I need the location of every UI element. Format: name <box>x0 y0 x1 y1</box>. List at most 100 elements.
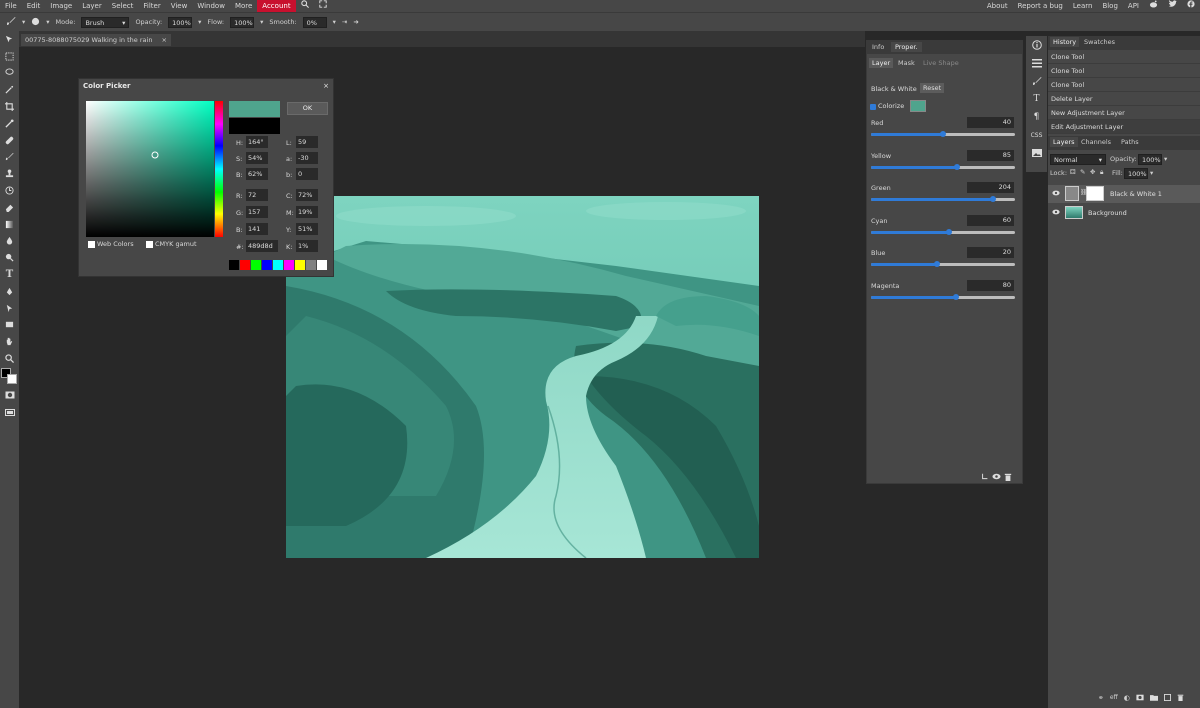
saturation-brightness-field[interactable] <box>86 101 214 237</box>
character-icon[interactable]: T <box>1026 90 1047 108</box>
menu-filter[interactable]: Filter <box>138 0 165 12</box>
slider-knob[interactable] <box>954 163 961 170</box>
history-item[interactable]: New Adjustment Layer <box>1048 106 1200 120</box>
dodge-tool-icon[interactable] <box>0 249 19 266</box>
yellow-input[interactable]: 51% <box>296 223 318 235</box>
chevron-down-icon[interactable]: ▾ <box>1150 169 1153 177</box>
path-select-icon[interactable] <box>0 300 19 317</box>
crop-tool-icon[interactable] <box>0 98 19 115</box>
flow-input[interactable]: 100% <box>230 16 255 28</box>
gradient-tool-icon[interactable] <box>0 216 19 233</box>
chevron-down-icon[interactable]: ▾ <box>198 18 201 26</box>
swatch-red[interactable] <box>240 260 250 270</box>
brush-tool-icon[interactable] <box>0 149 19 166</box>
pressure-icon[interactable]: ➜ <box>353 18 358 26</box>
swatch-magenta[interactable] <box>284 260 294 270</box>
delete-layer-icon[interactable] <box>1177 694 1184 703</box>
layer-row[interactable]: ⛓ Black & White 1 <box>1048 185 1200 203</box>
history-brush-icon[interactable] <box>0 182 19 199</box>
layer-opacity-input[interactable]: 100% <box>1138 154 1162 165</box>
blue-input[interactable]: 141 <box>246 223 268 235</box>
layer-thumbnail[interactable] <box>1065 206 1083 219</box>
fullscreen-icon[interactable] <box>314 0 332 12</box>
menu-blog[interactable]: Blog <box>1097 0 1122 12</box>
menu-more[interactable]: More <box>230 0 257 12</box>
swatch-yellow[interactable] <box>295 260 305 270</box>
quick-mask-icon[interactable] <box>0 387 19 404</box>
new-layer-icon[interactable] <box>1163 694 1171 703</box>
tab-properties[interactable]: Proper. <box>891 42 922 52</box>
tab-layers[interactable]: Layers <box>1050 137 1078 147</box>
slider-knob[interactable] <box>945 228 952 235</box>
paragraph-icon[interactable]: ¶ <box>1026 108 1047 126</box>
menu-file[interactable]: File <box>0 0 22 12</box>
reset-button[interactable]: Reset <box>920 83 945 93</box>
lab-a-input[interactable]: -30 <box>296 152 318 164</box>
lab-l-input[interactable]: 59 <box>296 136 318 148</box>
swatch-blue[interactable] <box>262 260 272 270</box>
search-icon[interactable] <box>296 0 314 12</box>
menu-api[interactable]: API <box>1123 0 1144 12</box>
brush-preset-icon[interactable] <box>31 17 40 28</box>
subtab-live-shape[interactable]: Live Shape <box>923 59 959 67</box>
mode-select[interactable]: Brush ▾ <box>81 16 130 28</box>
slider-knob[interactable] <box>934 261 941 267</box>
tab-info[interactable]: Info <box>869 43 887 51</box>
hue-input[interactable]: 164° <box>246 136 268 148</box>
menu-layer[interactable]: Layer <box>77 0 107 12</box>
link-layers-icon[interactable]: ⚭ <box>1098 694 1104 703</box>
brush-tool-icon[interactable] <box>6 16 16 28</box>
zoom-tool-icon[interactable] <box>0 350 19 367</box>
layer-row[interactable]: Background <box>1048 204 1200 222</box>
channel-slider-cyan[interactable] <box>871 228 1015 235</box>
visibility-icon[interactable] <box>992 473 1001 483</box>
canvas-image[interactable] <box>286 196 759 558</box>
chevron-down-icon[interactable]: ▾ <box>260 18 263 26</box>
key-input[interactable]: 1% <box>296 240 318 252</box>
subtab-mask[interactable]: Mask <box>898 59 915 67</box>
chevron-down-icon[interactable]: ▾ <box>1164 155 1167 163</box>
type-tool-icon[interactable]: T <box>0 266 19 283</box>
brush-settings-icon[interactable] <box>1026 72 1047 90</box>
clip-to-layer-icon[interactable] <box>981 473 989 483</box>
menu-report-bug[interactable]: Report a bug <box>1013 0 1068 12</box>
adjustment-thumbnail[interactable] <box>1065 186 1079 201</box>
red-input[interactable]: 72 <box>246 189 268 201</box>
lock-pixels-icon[interactable]: ✎ <box>1080 168 1085 176</box>
subtab-layer[interactable]: Layer <box>869 58 894 68</box>
slider-knob[interactable] <box>940 131 946 137</box>
menu-image[interactable]: Image <box>45 0 77 12</box>
tab-swatches[interactable]: Swatches <box>1084 38 1115 46</box>
pen-tool-icon[interactable] <box>0 283 19 300</box>
history-item[interactable]: Clone Tool <box>1048 50 1200 64</box>
web-colors-checkbox[interactable] <box>88 241 95 248</box>
channel-value-cyan[interactable]: 60 <box>967 214 1014 226</box>
magenta-input[interactable]: 19% <box>296 206 318 218</box>
tab-channels[interactable]: Channels <box>1081 138 1111 146</box>
magic-wand-icon[interactable] <box>0 81 19 98</box>
eraser-icon[interactable] <box>0 199 19 216</box>
channel-value-green[interactable]: 204 <box>967 182 1014 193</box>
menu-view[interactable]: View <box>166 0 193 12</box>
channel-value-blue[interactable]: 20 <box>967 247 1014 258</box>
swatch-cyan[interactable] <box>273 260 283 270</box>
lab-b-input[interactable]: 0 <box>296 168 318 180</box>
tab-history[interactable]: History <box>1050 37 1080 47</box>
layer-effects-icon[interactable]: eff <box>1110 694 1118 703</box>
image-icon[interactable] <box>1026 144 1047 162</box>
layer-mask-icon[interactable] <box>1136 694 1144 703</box>
close-icon[interactable]: × <box>162 34 167 46</box>
chevron-down-icon[interactable]: ▾ <box>333 18 336 26</box>
clone-stamp-icon[interactable] <box>0 165 19 182</box>
blend-mode-select[interactable]: Normal ▾ <box>1050 154 1106 165</box>
menu-learn[interactable]: Learn <box>1068 0 1098 12</box>
facebook-icon[interactable] <box>1182 0 1200 12</box>
eye-icon[interactable] <box>1052 209 1060 217</box>
smooth-input[interactable]: 0% <box>302 16 327 28</box>
channel-slider-yellow[interactable] <box>871 163 1015 170</box>
saturation-input[interactable]: 54% <box>246 152 268 164</box>
info-icon[interactable] <box>1026 36 1047 54</box>
swatch-white[interactable] <box>317 260 327 270</box>
menu-edit[interactable]: Edit <box>22 0 46 12</box>
channel-value-yellow[interactable]: 85 <box>967 149 1014 161</box>
